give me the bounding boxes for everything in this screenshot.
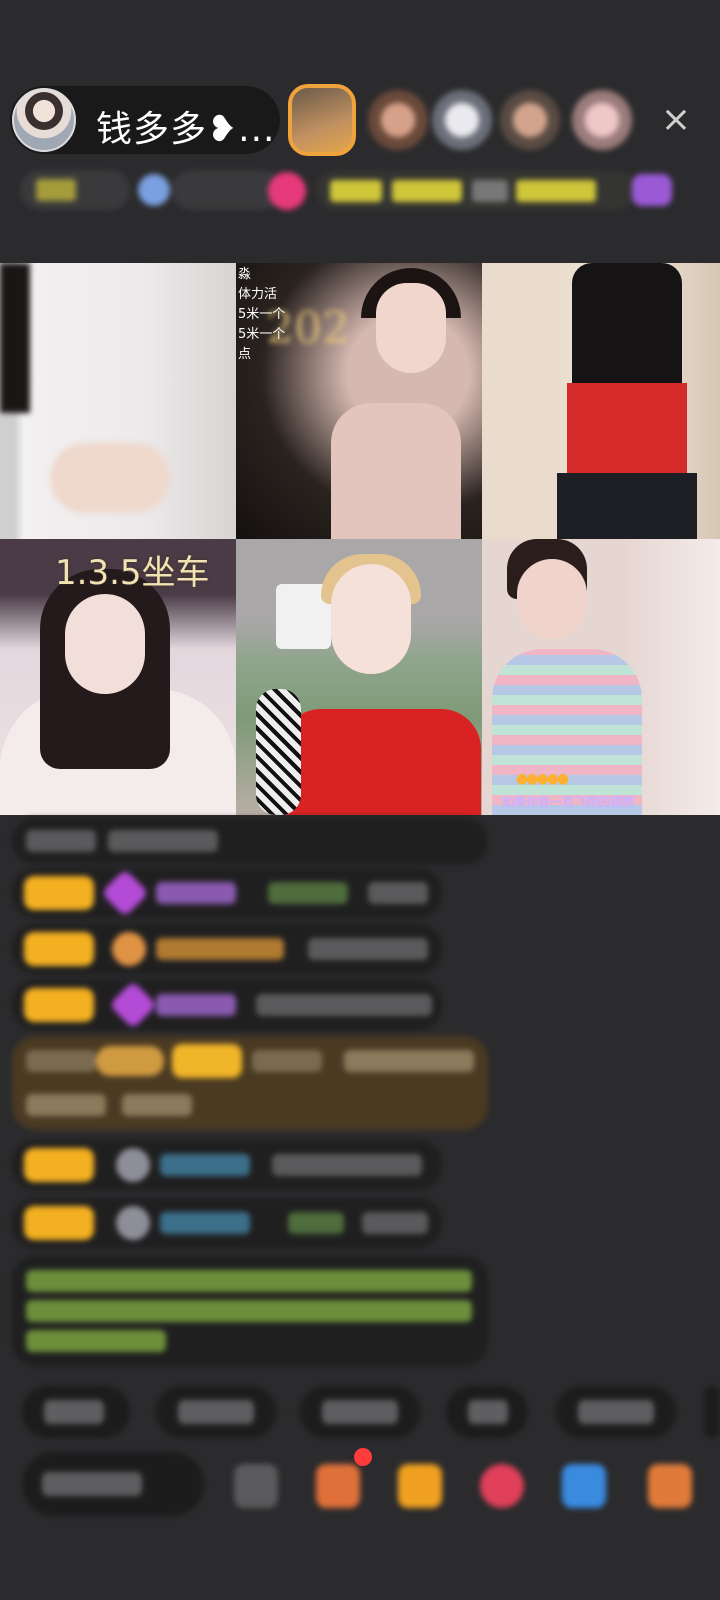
quick-reply-chip[interactable]: [300, 1386, 420, 1438]
more-icon[interactable]: [648, 1464, 692, 1508]
guest-video-tile[interactable]: [482, 263, 720, 539]
viewer-avatar[interactable]: [432, 90, 492, 150]
comment-input[interactable]: [22, 1452, 204, 1516]
like-icon[interactable]: [480, 1464, 524, 1508]
viewer-avatar[interactable]: [500, 90, 560, 150]
quick-reply-chip[interactable]: [446, 1386, 528, 1438]
share-icon[interactable]: [562, 1464, 606, 1508]
room-info-bar[interactable]: [20, 170, 710, 216]
quick-reply-chip[interactable]: [704, 1386, 720, 1438]
viewer-avatar[interactable]: [572, 90, 632, 150]
top-viewer-avatar[interactable]: [288, 84, 356, 156]
chat-message[interactable]: [12, 980, 442, 1030]
emoji-icon[interactable]: [234, 1464, 278, 1508]
chat-message-highlighted[interactable]: [12, 1036, 488, 1130]
gift-icon[interactable]: [398, 1464, 442, 1508]
quick-reply-chip[interactable]: [156, 1386, 276, 1438]
gift-box-icon[interactable]: [316, 1464, 360, 1508]
guest-video-tile[interactable]: [236, 539, 482, 815]
notification-dot: [354, 1448, 372, 1466]
quick-reply-chip[interactable]: [22, 1386, 130, 1438]
host-avatar[interactable]: [12, 88, 76, 152]
chat-message[interactable]: [12, 818, 488, 864]
guest-video-tile[interactable]: 1.3.5坐车: [0, 539, 236, 815]
tile-overlay-label: 1.3.5坐车: [55, 553, 210, 593]
tile-side-text: 淼 体力活 5米一个 5米一个 点: [238, 267, 286, 362]
chat-message[interactable]: [12, 1198, 442, 1248]
chat-message[interactable]: [12, 1140, 442, 1190]
guest-video-tile[interactable]: 202 淼 体力活 5米一个 5米一个 点: [236, 263, 482, 539]
chat-message[interactable]: [12, 868, 442, 918]
multi-guest-video-grid: 202 淼 体力活 5米一个 5米一个 点 1.3.5坐车 ●●●●● 如果你有…: [0, 263, 720, 815]
tile-caption: 如果你有一双飞翔的翅膀: [502, 795, 635, 809]
guest-video-tile[interactable]: ●●●●● 如果你有一双飞翔的翅膀: [482, 539, 720, 815]
tile-badges: ●●●●●: [516, 771, 569, 787]
chat-message[interactable]: [12, 924, 442, 974]
host-name: 钱多多❥...: [96, 109, 276, 150]
viewer-avatar[interactable]: [368, 90, 428, 150]
system-notice: [12, 1256, 488, 1366]
close-icon[interactable]: ×: [656, 100, 696, 140]
guest-video-tile[interactable]: [0, 263, 236, 539]
quick-reply-chip[interactable]: [556, 1386, 676, 1438]
